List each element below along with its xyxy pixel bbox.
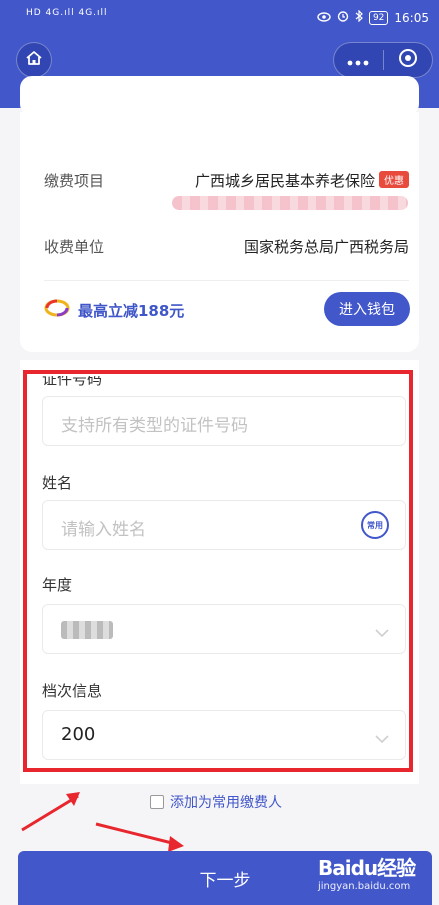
enter-wallet-button[interactable]: 进入钱包 <box>324 292 410 326</box>
more-dots-icon <box>347 51 369 70</box>
annotation-arrows <box>21 792 184 852</box>
chevron-down-icon <box>375 729 389 748</box>
close-mini-program-button[interactable] <box>384 43 433 77</box>
tier-label: 档次信息 <box>42 682 103 700</box>
divider <box>44 280 409 281</box>
mini-program-capsule <box>333 42 433 78</box>
promo-logo-icon <box>44 298 70 322</box>
status-right: 92 16:05 <box>317 9 429 25</box>
promo-text: 最高立减188元 <box>78 302 185 320</box>
clock-time: 16:05 <box>394 10 429 25</box>
top-card-partial <box>20 76 419 116</box>
payment-item-value-wrap: 广西城乡居民基本养老保险 优惠 <box>195 170 409 191</box>
collecting-unit-label: 收费单位 <box>44 238 105 256</box>
status-bar: HD 4G.ıll 4G.ıll 92 16:05 <box>0 0 439 36</box>
network-indicators: HD 4G.ıll 4G.ıll <box>26 8 108 18</box>
tier-select[interactable]: 200 <box>42 710 406 760</box>
bluetooth-icon <box>355 9 363 25</box>
id-number-placeholder: 支持所有类型的证件号码 <box>61 416 248 436</box>
battery-indicator: 92 <box>368 10 389 25</box>
year-select[interactable] <box>42 604 406 654</box>
year-value-blurred <box>61 621 113 644</box>
home-icon <box>25 49 43 71</box>
blurred-detail <box>172 196 408 210</box>
more-button[interactable] <box>334 43 383 77</box>
payment-item-value: 广西城乡居民基本养老保险 <box>194 172 375 190</box>
target-circle-icon <box>398 48 418 72</box>
tier-value: 200 <box>61 724 96 745</box>
name-placeholder: 请输入姓名 <box>61 520 146 540</box>
common-payer-icon[interactable]: 常用 <box>361 511 389 539</box>
watermark: Baidu经验 jingyan.baidu.com <box>318 852 416 892</box>
discount-tag: 优惠 <box>379 171 409 188</box>
chevron-down-icon <box>375 623 389 642</box>
id-number-input[interactable]: 支持所有类型的证件号码 <box>42 396 406 446</box>
payment-item-label: 缴费项目 <box>44 172 105 190</box>
home-button[interactable] <box>16 42 52 78</box>
watermark-brand: Baidu经验 <box>318 856 416 880</box>
year-label: 年度 <box>42 576 73 594</box>
eye-icon <box>317 11 331 25</box>
alarm-icon <box>337 10 349 25</box>
name-input[interactable]: 请输入姓名 常用 <box>42 500 406 550</box>
collecting-unit-value: 国家税务总局广西税务局 <box>243 238 409 256</box>
name-label: 姓名 <box>42 474 73 492</box>
watermark-url: jingyan.baidu.com <box>318 881 411 892</box>
